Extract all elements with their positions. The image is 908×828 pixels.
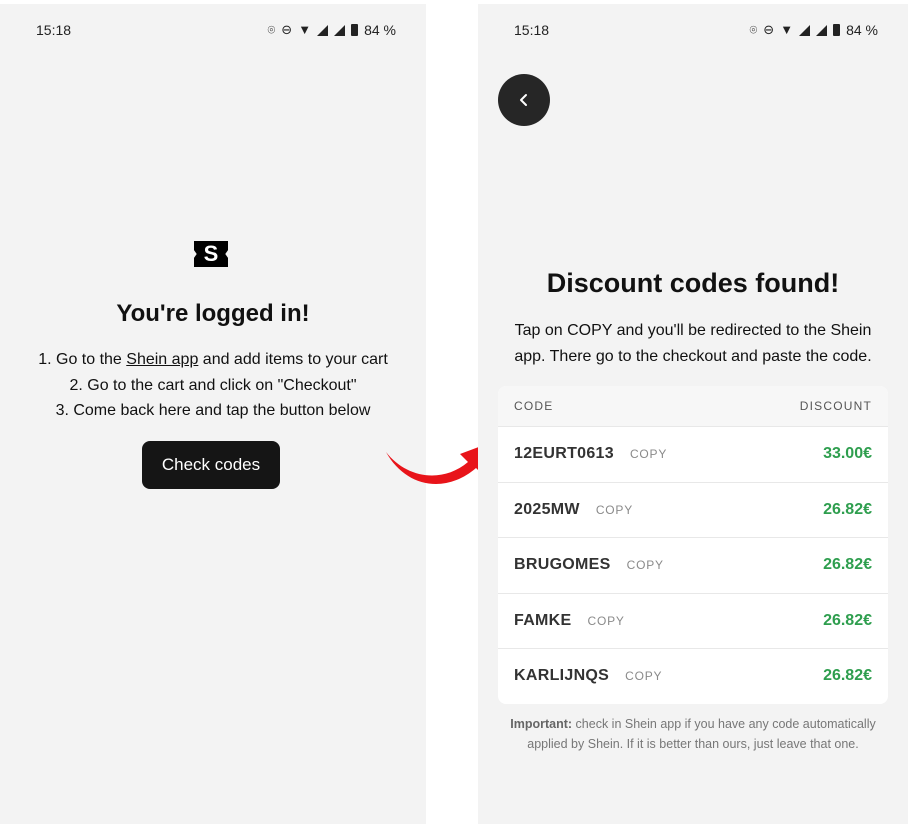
note-bold: Important: (510, 717, 573, 731)
battery-percent: 84 % (364, 22, 396, 38)
check-codes-button[interactable]: Check codes (142, 441, 280, 489)
dnd-icon: ⊖ (763, 22, 775, 37)
copy-button[interactable]: COPY (627, 558, 664, 572)
copy-button[interactable]: COPY (596, 503, 633, 517)
step-2: 2. Go to the cart and click on "Checkout… (69, 376, 357, 394)
battery-icon (833, 24, 841, 36)
instructions: 1. Go to the Shein app and add items to … (0, 347, 426, 424)
table-row: FAMKE COPY 26.82€ (498, 592, 888, 649)
chevron-left-icon (520, 94, 527, 106)
note-text: check in Shein app if you have any code … (527, 717, 876, 751)
codes-description: Tap on COPY and you'll be redirected to … (514, 322, 872, 365)
signal-icon (799, 24, 811, 36)
code-value: BRUGOMES (514, 556, 611, 574)
header-discount: DISCOUNT (799, 399, 872, 413)
code-value: KARLIJNQS (514, 667, 610, 685)
copy-button[interactable]: COPY (588, 614, 625, 628)
location-icon: ⌾ (267, 22, 276, 37)
status-time: 15:18 (514, 22, 550, 38)
discount-value: 26.82€ (823, 500, 872, 518)
discount-value: 26.82€ (823, 556, 872, 574)
step-3: 3. Come back here and tap the button bel… (55, 402, 371, 419)
roaming-signal-icon (334, 24, 346, 36)
discount-codes-table: CODE DISCOUNT 12EURT0613 COPY 33.00€ 202… (498, 386, 888, 704)
step-1-prefix: 1. Go to the (38, 351, 127, 368)
wifi-icon: ▼ (298, 22, 312, 37)
back-button[interactable] (498, 74, 550, 126)
shein-app-link[interactable]: Shein app (126, 351, 198, 368)
logged-in-title: You're logged in! (116, 300, 310, 327)
table-row: 2025MW COPY 26.82€ (498, 481, 888, 538)
signal-icon (317, 24, 329, 36)
header-code: CODE (514, 399, 554, 413)
location-icon: ⌾ (749, 22, 758, 37)
status-icons: ⌾ ⊖ ▼ 84 % (267, 22, 396, 38)
status-bar: 15:18 ⌾ ⊖ ▼ 84 % (0, 22, 426, 42)
left-screen: 15:18 ⌾ ⊖ ▼ 84 % S You're logged in! 1. … (0, 4, 426, 824)
battery-icon (351, 24, 359, 36)
copy-button[interactable]: COPY (630, 447, 667, 461)
roaming-signal-icon (816, 24, 828, 36)
copy-button[interactable]: COPY (625, 669, 662, 683)
right-screen: 15:18 ⌾ ⊖ ▼ 84 % Discount codes found! T… (478, 4, 908, 824)
code-value: 2025MW (514, 500, 580, 518)
code-value: FAMKE (514, 611, 572, 629)
step-1-suffix: and add items to your cart (198, 351, 388, 368)
code-value: 12EURT0613 (514, 445, 614, 463)
discount-value: 33.00€ (823, 445, 872, 463)
step-1: 1. Go to the Shein app and add items to … (0, 347, 426, 373)
discount-value: 26.82€ (823, 611, 872, 629)
table-row: KARLIJNQS COPY 26.82€ (498, 648, 888, 704)
status-bar: 15:18 ⌾ ⊖ ▼ 84 % (478, 22, 908, 42)
table-row: BRUGOMES COPY 26.82€ (498, 537, 888, 593)
table-header: CODE DISCOUNT (498, 386, 888, 426)
wifi-icon: ▼ (780, 22, 794, 37)
important-note: Important: check in Shein app if you hav… (502, 714, 884, 754)
status-icons: ⌾ ⊖ ▼ 84 % (749, 22, 878, 38)
discount-value: 26.82€ (823, 667, 872, 685)
battery-percent: 84 % (846, 22, 878, 38)
codes-found-title: Discount codes found! (546, 268, 840, 298)
status-time: 15:18 (36, 22, 72, 38)
table-row: 12EURT0613 COPY 33.00€ (498, 426, 888, 482)
shein-logo: S (194, 241, 228, 267)
dnd-icon: ⊖ (281, 22, 293, 37)
